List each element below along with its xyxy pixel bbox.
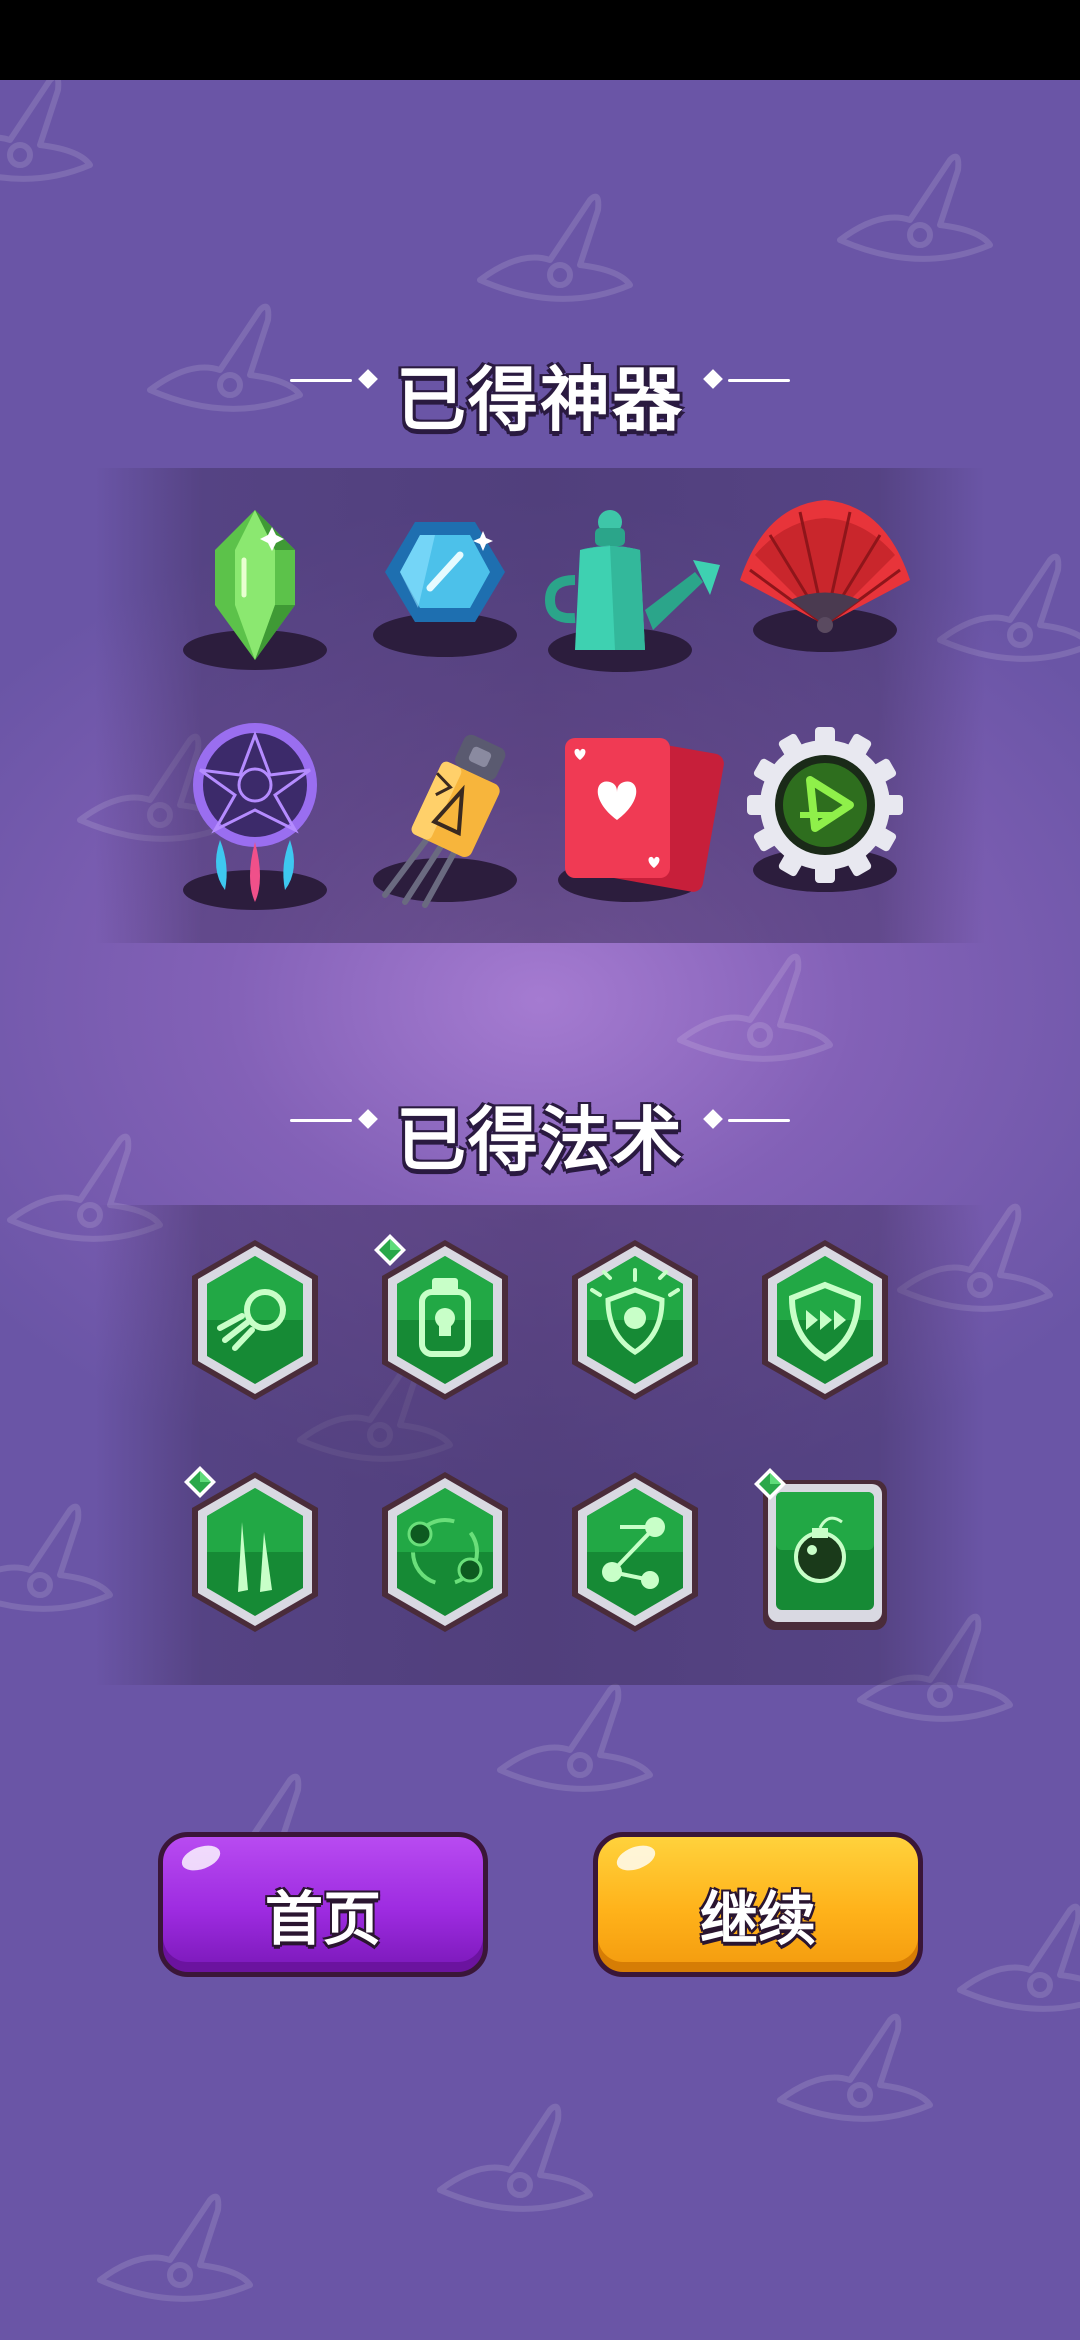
playing-cards-icon xyxy=(558,738,724,902)
artifact-watering-can[interactable] xyxy=(544,500,720,672)
spell-chain-skull[interactable] xyxy=(570,1472,700,1637)
spell-orbit-balls[interactable] xyxy=(380,1472,510,1637)
blue-gem-icon xyxy=(373,522,517,657)
status-bar xyxy=(0,0,1080,80)
button-shine xyxy=(178,1840,224,1876)
title-divider-right xyxy=(728,379,790,382)
button-shine xyxy=(613,1840,659,1876)
artifact-green-crystal[interactable] xyxy=(170,500,340,670)
orbit-balls-spell-icon xyxy=(382,1472,508,1632)
home-button-label: 首页 xyxy=(264,1885,381,1953)
skull-shield-spell-icon xyxy=(572,1240,698,1400)
spells-section-title: 已得法术 xyxy=(396,1099,684,1181)
spell-speed-shield[interactable] xyxy=(760,1240,890,1405)
green-crystal-icon xyxy=(183,510,327,670)
home-button[interactable]: 首页 xyxy=(158,1832,488,1977)
battery-plug-icon xyxy=(373,734,517,908)
upgrade-gem-icon xyxy=(754,1468,786,1500)
red-fan-icon xyxy=(740,500,910,652)
spell-bomb[interactable] xyxy=(754,1468,890,1637)
spell-fireball[interactable] xyxy=(190,1240,320,1405)
fireball-spell-icon xyxy=(192,1240,318,1400)
artifact-dreamcatcher[interactable] xyxy=(170,723,340,910)
spell-skull-shield[interactable] xyxy=(570,1240,700,1405)
title-divider-right xyxy=(728,1119,790,1122)
spell-poison-bottle[interactable] xyxy=(374,1234,510,1405)
green-gear-badge-icon xyxy=(747,727,903,892)
continue-button[interactable]: 继续 xyxy=(593,1832,923,1977)
spells-section-header: 已得法术 xyxy=(0,1070,1080,1181)
artifact-red-fan[interactable] xyxy=(735,500,910,670)
watering-can-icon xyxy=(544,510,720,672)
artifact-playing-cards[interactable] xyxy=(550,730,724,902)
spell-spikes[interactable] xyxy=(184,1466,320,1637)
upgrade-gem-icon xyxy=(184,1466,216,1498)
upgrade-gem-icon xyxy=(374,1234,406,1266)
artifact-battery-plug[interactable] xyxy=(360,730,530,908)
chain-skull-spell-icon xyxy=(572,1472,698,1632)
artifact-green-gear-badge[interactable] xyxy=(740,727,910,900)
continue-button-label: 继续 xyxy=(699,1885,816,1953)
artifact-blue-gem[interactable] xyxy=(360,500,530,670)
artifacts-section-header: 已得神器 xyxy=(0,330,1080,441)
speed-shield-spell-icon xyxy=(762,1240,888,1400)
dreamcatcher-icon xyxy=(183,723,327,910)
artifacts-section-title: 已得神器 xyxy=(396,359,684,441)
